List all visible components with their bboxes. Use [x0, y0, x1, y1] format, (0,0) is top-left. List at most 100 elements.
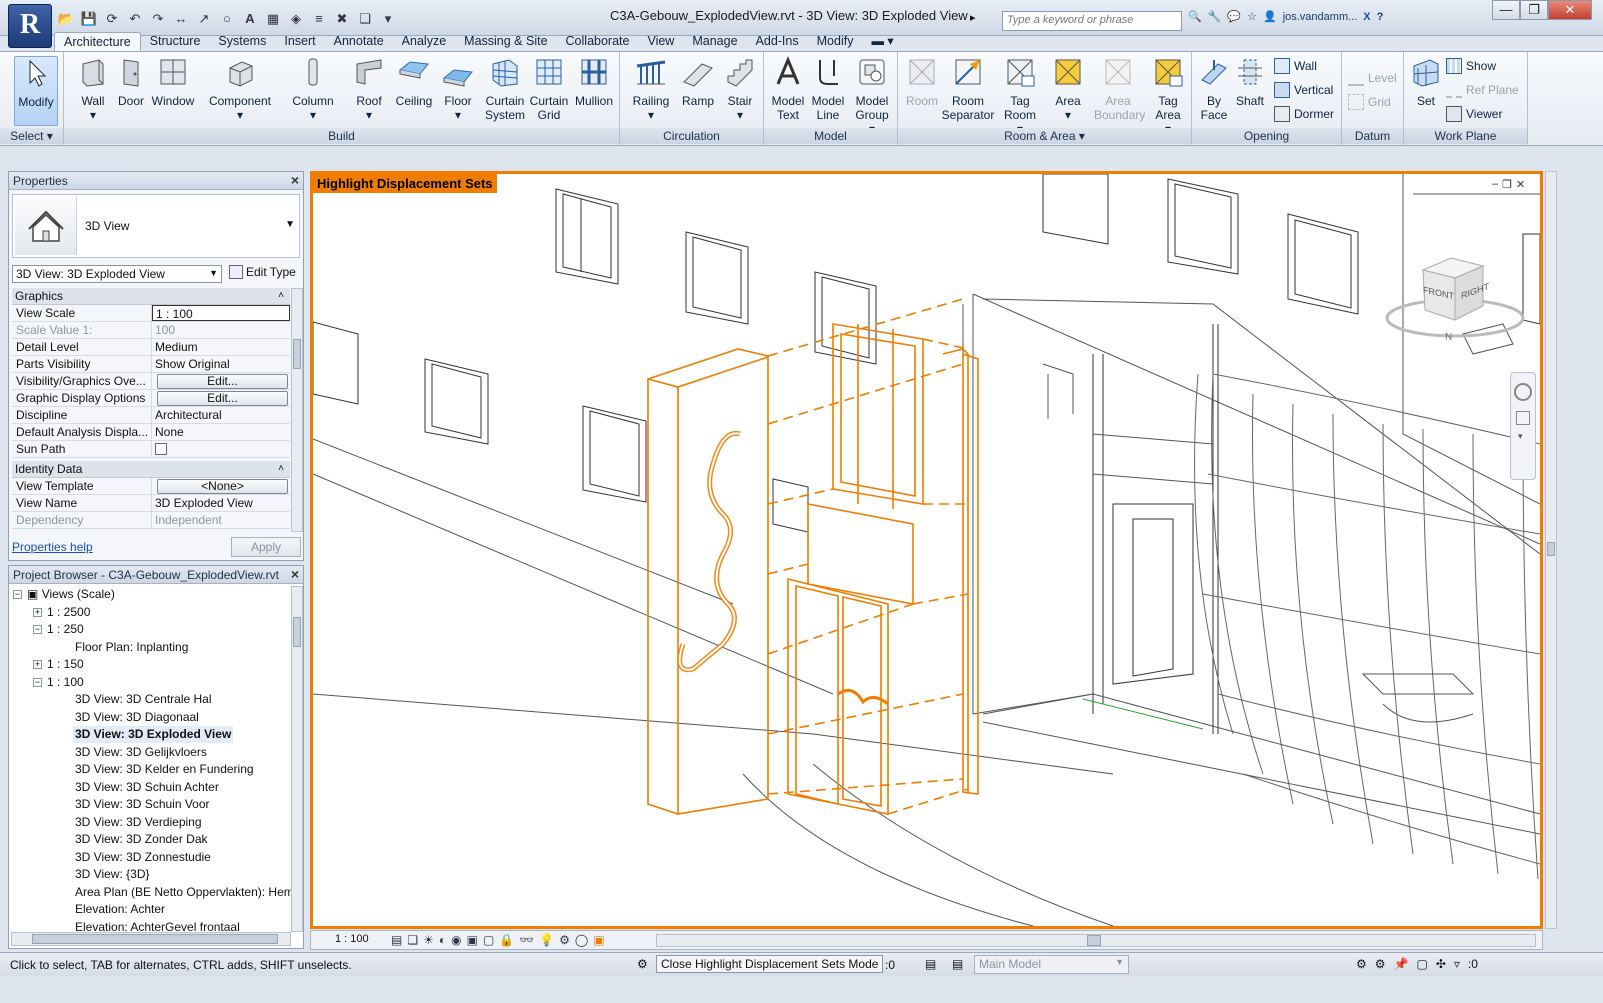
dimension-icon[interactable]: ↗ [194, 8, 214, 28]
show-crop-icon[interactable]: ▢ [483, 933, 494, 947]
tab-modify[interactable]: Modify [808, 32, 863, 51]
switch-windows-icon[interactable]: ❏ [355, 8, 375, 28]
maximize-button[interactable]: ❐ [1520, 0, 1548, 20]
view-horizontal-scrollbar[interactable] [656, 934, 1536, 947]
type-dropdown-icon[interactable]: ▼ [285, 219, 295, 230]
tab-annotate[interactable]: Annotate [325, 32, 393, 51]
tree-item[interactable]: 3D View: 3D Verdieping [75, 814, 202, 831]
drag-elements-icon[interactable]: ✣ [1436, 957, 1446, 971]
collapse-icon[interactable]: − [33, 678, 42, 688]
group-identity-data[interactable]: Identity Data ˄ [12, 461, 290, 478]
design-options-icon[interactable]: ▤ [952, 957, 963, 971]
close-highlight-mode-button[interactable]: Close Highlight Displacement Sets Mode [656, 955, 884, 973]
qat-dropdown-icon[interactable]: ▾ [378, 8, 398, 28]
tree-item[interactable]: 3D View: 3D Centrale Hal [75, 691, 212, 708]
workset-selector[interactable]: Main Model ▼ [974, 955, 1129, 974]
thin-lines-icon[interactable]: ≡ [309, 8, 329, 28]
close-button[interactable]: ✕ [1548, 0, 1592, 20]
door-button[interactable]: Door [114, 56, 148, 108]
steering-wheel-icon[interactable] [1514, 383, 1532, 401]
tree-item[interactable]: Area Plan (BE Netto Oppervlakten): Heme [75, 884, 291, 901]
visual-style-icon[interactable]: ❏ [407, 933, 418, 947]
temporary-hide-icon[interactable]: 👓 [519, 933, 534, 947]
tab-insert[interactable]: Insert [275, 32, 324, 51]
group-graphics[interactable]: Graphics ˄ [12, 288, 290, 305]
shadows-icon[interactable]: ◐ [439, 933, 446, 947]
tree-item[interactable]: 3D View: 3D Diagonaal [75, 709, 199, 726]
view-minimize-icon[interactable]: – [1492, 178, 1498, 191]
viewer-button[interactable]: Viewer [1446, 106, 1502, 122]
tree-item[interactable]: 3D View: {3D} [75, 866, 150, 883]
measure-icon[interactable]: ↔ [171, 8, 191, 28]
help-icon[interactable]: ? [1377, 11, 1384, 23]
close-hidden-icon[interactable]: ✖ [332, 8, 352, 28]
ribbon-minimize-icon[interactable]: ▬ ▾ [862, 32, 902, 51]
collapse-icon[interactable]: − [13, 590, 22, 600]
close-browser-icon[interactable]: × [291, 566, 299, 582]
prop-discipline[interactable]: Discipline Architectural [12, 407, 290, 424]
zoom-icon[interactable] [1516, 411, 1530, 425]
select-pinned-icon[interactable]: 📌 [1394, 957, 1409, 971]
tab-massing-site[interactable]: Massing & Site [455, 32, 556, 51]
tree-item[interactable]: 3D View: 3D Zonder Dak [75, 831, 208, 848]
select-by-face-icon[interactable]: ▢ [1416, 957, 1427, 971]
grid-button[interactable]: Grid [1348, 94, 1391, 110]
ref-plane-button[interactable]: Ref Plane [1446, 82, 1519, 98]
wall-opening-button[interactable]: Wall [1274, 58, 1317, 74]
stair-button[interactable]: Stair ▾ [720, 56, 760, 122]
detail-level-icon[interactable]: ▤ [391, 933, 402, 947]
collapse-icon[interactable]: − [33, 625, 42, 635]
model-line-button[interactable]: Model Line [808, 56, 848, 122]
tag-icon[interactable]: ○ [217, 8, 237, 28]
tree-item-active[interactable]: 3D View: 3D Exploded View [73, 726, 234, 743]
expand-icon[interactable]: + [33, 660, 42, 670]
tree-item[interactable]: Elevation: Achter [75, 901, 165, 918]
exchange-icon[interactable]: X [1363, 11, 1370, 23]
model-group-button[interactable]: Model Group▾ [850, 56, 894, 136]
default-3d-view-icon[interactable]: ▦ [263, 8, 283, 28]
open-icon[interactable]: 📂 [56, 8, 76, 28]
view-template-button[interactable]: <None> [157, 479, 288, 494]
application-menu-button[interactable]: R [8, 4, 52, 48]
window-button[interactable]: Window [150, 56, 196, 108]
tab-add-ins[interactable]: Add-Ins [747, 32, 808, 51]
tree-item[interactable]: 3D View: 3D Schuin Voor [75, 796, 210, 813]
reveal-hidden-icon[interactable]: 💡 [539, 933, 554, 947]
component-button[interactable]: Component ▾ [206, 56, 274, 122]
model-text-button[interactable]: Model Text [768, 56, 808, 122]
prop-view-name[interactable]: View Name 3D Exploded View [12, 495, 290, 512]
edit-type-button[interactable]: Edit Type [229, 265, 296, 279]
mullion-button[interactable]: Mullion [572, 56, 616, 108]
user-name[interactable]: jos.vandamm... [1283, 11, 1358, 23]
room-button[interactable]: Room [902, 56, 942, 108]
view-close-icon[interactable]: ✕ [1516, 178, 1525, 191]
view-vertical-scrollbar[interactable] [1545, 171, 1557, 929]
prop-view-scale[interactable]: View Scale 1 : 100 [12, 305, 290, 322]
tree-item[interactable]: 3D View: 3D Kelder en Fundering [75, 761, 254, 778]
binoculars-icon[interactable]: 🔍 [1188, 10, 1202, 23]
select-panel-label[interactable]: Select ▾ [0, 128, 63, 144]
lock-view-icon[interactable]: 🔒 [499, 933, 514, 947]
subscription-icon[interactable]: 🔧 [1208, 10, 1222, 23]
tab-collaborate[interactable]: Collaborate [557, 32, 639, 51]
crop-view-icon[interactable]: ▣ [467, 933, 478, 947]
show-work-plane-button[interactable]: Show [1446, 58, 1496, 74]
type-selector[interactable]: 3D View ▼ [12, 194, 300, 258]
curtain-system-button[interactable]: Curtain System [482, 56, 528, 122]
save-icon[interactable]: 💾 [79, 8, 99, 28]
curtain-grid-button[interactable]: Curtain Grid [528, 56, 570, 122]
analysis-icon[interactable]: ◯ [575, 933, 588, 947]
tab-manage[interactable]: Manage [683, 32, 746, 51]
prop-detail-level[interactable]: Detail Level Medium [12, 339, 290, 356]
wall-button[interactable]: Wall ▾ [70, 56, 116, 122]
tab-analyze[interactable]: Analyze [393, 32, 455, 51]
editing-requests-icon[interactable]: ▤ [925, 957, 936, 971]
tree-scale-150[interactable]: +1 : 150 [33, 656, 84, 673]
sun-path-icon[interactable]: ☀ [423, 933, 434, 947]
nav-dropdown-icon[interactable]: ▾ [1518, 431, 1528, 441]
expand-search-icon[interactable]: ▸ [970, 11, 976, 24]
shaft-button[interactable]: Shaft [1232, 56, 1268, 108]
browser-vertical-scrollbar[interactable] [291, 586, 303, 932]
viewcube[interactable]: FRONT RIGHT N [1385, 248, 1525, 348]
room-separator-button[interactable]: Room Separator [940, 56, 996, 122]
